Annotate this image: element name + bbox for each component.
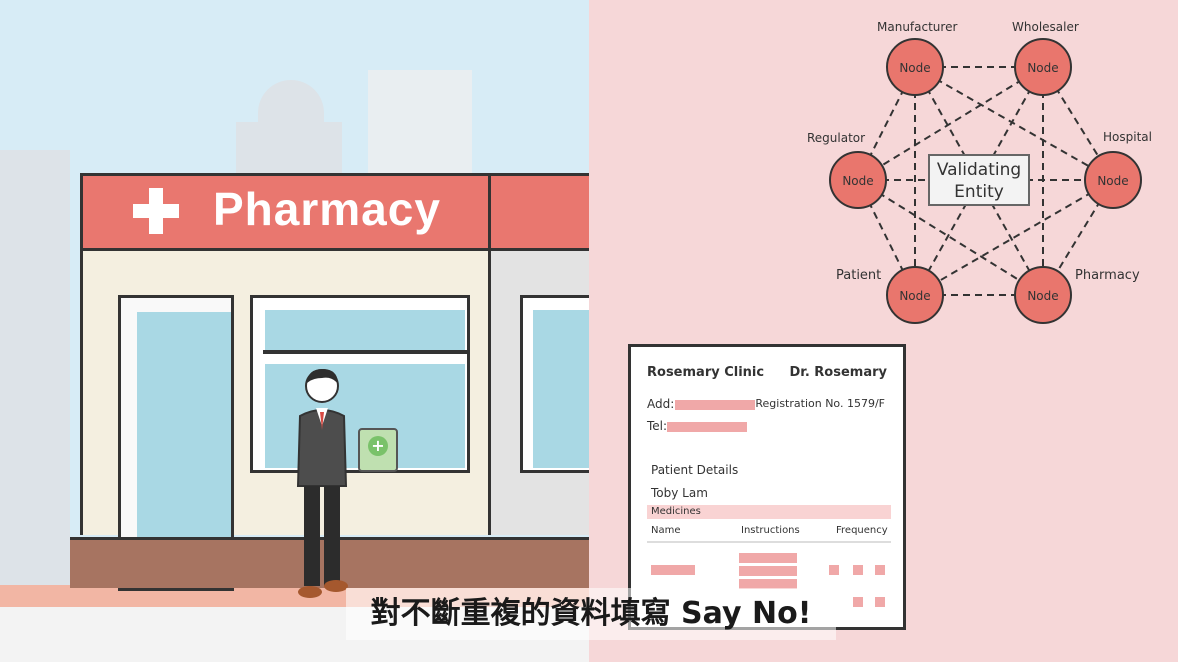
window-glass	[265, 310, 465, 350]
redacted-frequency	[875, 565, 885, 575]
pharmacy-scene: Pharmacy	[0, 0, 589, 662]
background-building	[368, 70, 472, 180]
window-bar	[263, 350, 467, 354]
redacted-frequency	[853, 597, 863, 607]
medicine-jar-icon	[358, 428, 398, 472]
node-wholesaler: Node	[1014, 38, 1072, 96]
node-text: Node	[899, 61, 930, 75]
background-building	[0, 150, 70, 590]
redacted-address	[675, 400, 755, 410]
window-glass	[533, 310, 589, 468]
node-label-patient: Patient	[836, 268, 882, 283]
node-label-hospital: Hospital	[1103, 130, 1152, 144]
validating-entity-line2: Entity	[954, 182, 1004, 202]
node-pharmacy: Node	[1014, 266, 1072, 324]
node-label-pharmacy: Pharmacy	[1075, 268, 1140, 283]
node-text: Node	[899, 289, 930, 303]
cross-icon	[133, 204, 179, 218]
pharmacy-sign-text: Pharmacy	[213, 183, 441, 235]
doctor-name: Dr. Rosemary	[789, 365, 887, 380]
redacted-instructions	[739, 553, 797, 563]
shop-window	[520, 295, 589, 473]
pharmacy-sign: Pharmacy	[80, 173, 491, 251]
background-building	[258, 80, 324, 130]
node-label-regulator: Regulator	[807, 131, 866, 145]
node-regulator: Node	[829, 151, 887, 209]
patient-name: Toby Lam	[651, 486, 708, 500]
registration-number: Registration No. 1579/F	[755, 397, 885, 410]
validating-entity-box: Validating Entity	[928, 154, 1030, 206]
node-hospital: Node	[1084, 151, 1142, 209]
redacted-instructions	[739, 566, 797, 576]
node-manufacturer: Node	[886, 38, 944, 96]
redacted-frequency	[853, 565, 863, 575]
node-text: Node	[1097, 174, 1128, 188]
node-text: Node	[1027, 61, 1058, 75]
tel-label: Tel:	[647, 419, 668, 433]
node-label-manufacturer: Manufacturer	[877, 20, 958, 34]
column-frequency: Frequency	[836, 525, 888, 536]
redacted-frequency	[875, 597, 885, 607]
header-divider	[647, 541, 891, 543]
sign-extension	[488, 173, 589, 251]
medicines-heading: Medicines	[647, 505, 891, 519]
man-illustration	[296, 368, 348, 598]
column-instructions: Instructions	[741, 525, 800, 536]
patient-details-heading: Patient Details	[651, 463, 739, 477]
address-label: Add:	[647, 397, 675, 411]
redacted-tel	[667, 422, 747, 432]
clinic-name: Rosemary Clinic	[647, 365, 765, 380]
column-name: Name	[651, 525, 681, 536]
node-patient: Node	[886, 266, 944, 324]
redacted-medicine-name	[651, 565, 695, 575]
node-text: Node	[1027, 289, 1058, 303]
node-label-wholesaler: Wholesaler	[1012, 20, 1079, 34]
validating-entity-line1: Validating	[936, 160, 1022, 180]
subtitle-caption: 對不斷重複的資料填寫 Say No!	[346, 588, 836, 640]
node-text: Node	[842, 174, 873, 188]
redacted-frequency	[829, 565, 839, 575]
